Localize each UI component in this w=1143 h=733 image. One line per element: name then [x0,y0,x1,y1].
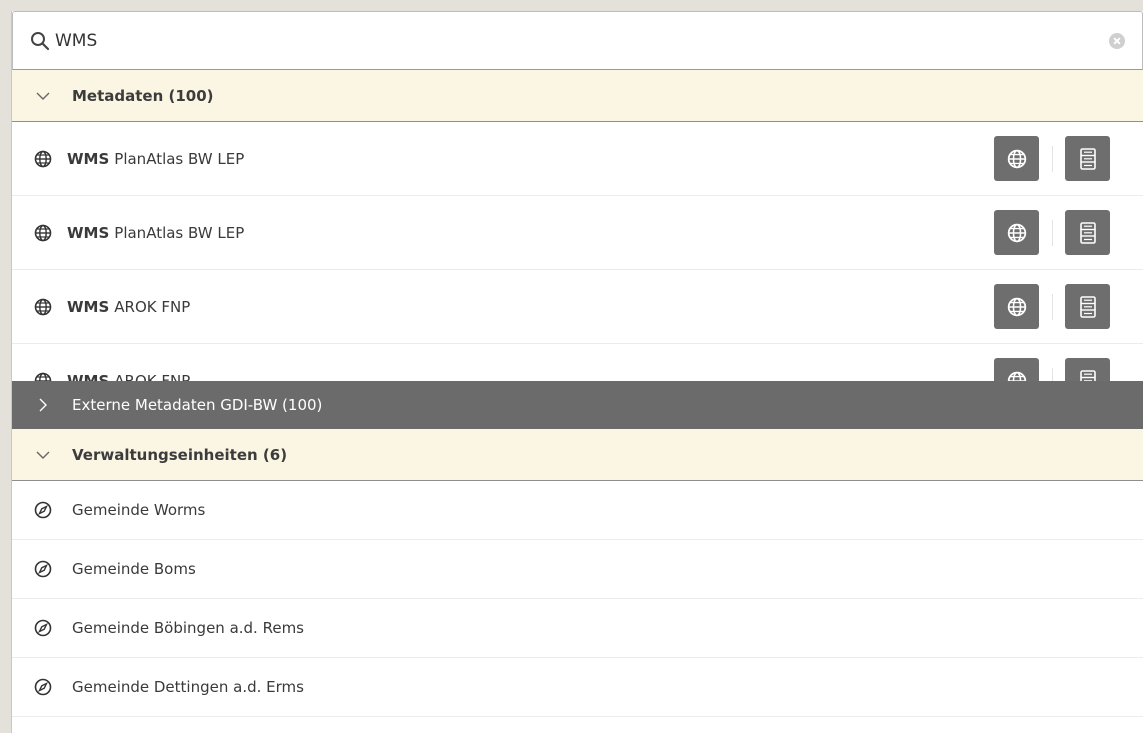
group-title: Metadaten (100) [72,86,214,105]
list-item[interactable]: Gemeinde Boms [12,540,1143,599]
globe-icon [34,298,52,316]
result-name: PlanAtlas BW LEP [114,149,245,168]
list-item[interactable]: Gemeinde Böbingen a.d. Rems [12,599,1143,658]
admin-results-list: Gemeinde Worms Gemeinde Boms Gemeinde Bö… [12,481,1143,717]
show-on-map-button[interactable] [994,284,1039,329]
group-title: Verwaltungseinheiten (6) [72,445,288,464]
result-name: PlanAtlas BW LEP [114,223,245,242]
compass-icon [34,678,52,696]
chevron-down-icon [36,89,50,103]
compass-icon [34,619,52,637]
metadata-results-list[interactable]: WMS PlanAtlas BW LEP WMS PlanAtlas BW LE… [12,122,1143,381]
result-actions [994,358,1110,381]
list-item[interactable]: WMS AROK FNP [12,344,1143,381]
search-icon [30,31,50,51]
details-button[interactable] [1065,284,1110,329]
globe-icon [1007,149,1026,168]
list-item[interactable]: WMS PlanAtlas BW LEP [12,196,1143,270]
show-on-map-button[interactable] [994,358,1039,381]
group-title: Externe Metadaten GDI-BW (100) [72,396,323,414]
divider [1052,145,1053,172]
show-on-map-button[interactable] [994,210,1039,255]
result-actions [994,210,1110,255]
result-keyword: WMS [67,223,110,242]
document-icon [1079,147,1096,170]
result-keyword: WMS [67,371,110,382]
list-item[interactable]: WMS AROK FNP [12,270,1143,344]
divider [1052,219,1053,246]
document-icon [1079,369,1096,381]
result-actions [994,136,1110,181]
globe-icon [34,372,52,381]
list-item[interactable]: Gemeinde Worms [12,481,1143,540]
result-name: Gemeinde Worms [72,501,206,519]
group-header-admin-units[interactable]: Verwaltungseinheiten (6) [12,429,1143,481]
show-on-map-button[interactable] [994,136,1039,181]
result-name: AROK FNP [114,297,191,316]
result-name: AROK FNP [114,371,191,382]
document-icon [1079,221,1096,244]
document-icon [1079,295,1096,318]
result-keyword: WMS [67,149,110,168]
details-button[interactable] [1065,358,1110,381]
globe-icon [34,224,52,242]
list-item[interactable]: WMS PlanAtlas BW LEP [12,122,1143,196]
globe-icon [34,150,52,168]
group-header-external-metadata[interactable]: Externe Metadaten GDI-BW (100) [12,381,1143,429]
result-keyword: WMS [67,297,110,316]
details-button[interactable] [1065,136,1110,181]
chevron-right-icon [36,398,50,412]
result-actions [994,284,1110,329]
divider [1052,367,1053,381]
compass-icon [34,501,52,519]
search-panel: WMS Metadaten (100) WMS PlanAtlas BW LEP [11,11,1143,733]
clear-icon[interactable] [1109,32,1125,49]
search-bar[interactable]: WMS [12,11,1143,70]
globe-icon [1007,223,1026,242]
globe-icon [1007,297,1026,316]
result-name: Gemeinde Dettingen a.d. Erms [72,678,304,696]
globe-icon [1007,371,1026,381]
search-input[interactable]: WMS [55,31,1109,51]
group-header-metadata[interactable]: Metadaten (100) [12,70,1143,122]
compass-icon [34,560,52,578]
chevron-down-icon [36,448,50,462]
list-item[interactable]: Gemeinde Dettingen a.d. Erms [12,658,1143,717]
divider [1052,293,1053,320]
result-name: Gemeinde Boms [72,560,196,578]
result-name: Gemeinde Böbingen a.d. Rems [72,619,304,637]
details-button[interactable] [1065,210,1110,255]
